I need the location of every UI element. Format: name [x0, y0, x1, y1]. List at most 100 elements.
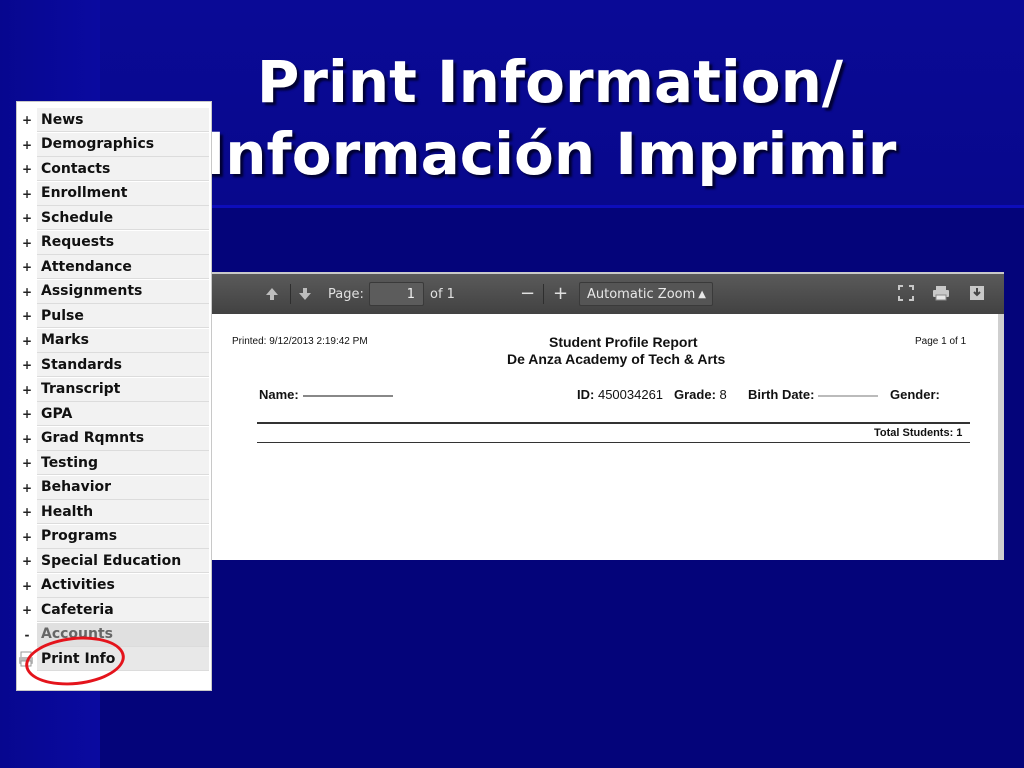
sidebar-item-label: Standards — [37, 353, 209, 378]
report-page-number: Page 1 of 1 — [915, 336, 967, 347]
expand-icon[interactable]: + — [17, 187, 37, 201]
zoom-out-button[interactable]: − — [520, 283, 535, 304]
sidebar-item-gpa[interactable]: + GPA — [17, 402, 211, 427]
sidebar-item-enrollment[interactable]: + Enrollment — [17, 181, 211, 207]
student-sidebar-menu: + News + Demographics + Contacts + Enrollment + S… — [16, 101, 212, 691]
zoom-select[interactable]: Automatic Zoom ▲ — [579, 282, 713, 306]
slide-divider — [100, 205, 1024, 208]
sidebar-item-cafeteria[interactable]: + Cafeteria — [17, 598, 211, 623]
toolbar-separator — [543, 284, 544, 304]
up-arrow-icon[interactable] — [264, 286, 280, 306]
expand-icon[interactable]: + — [17, 285, 37, 299]
sidebar-item-testing[interactable]: + Testing — [17, 451, 211, 476]
expand-icon[interactable]: + — [17, 358, 37, 372]
sidebar-item-label: GPA — [37, 402, 209, 427]
print-icon[interactable] — [932, 285, 950, 305]
slide-title-line-1: Print Information/ — [256, 48, 844, 116]
sidebar-item-label: Enrollment — [37, 181, 209, 206]
sidebar-item-label: Testing — [37, 451, 209, 476]
redacted-name — [302, 394, 393, 397]
sidebar-item-special-education[interactable]: + Special Education — [17, 549, 211, 574]
expand-icon[interactable]: + — [17, 481, 37, 495]
pdf-page: Printed: 9/12/2013 2:19:42 PM Student Pr… — [212, 314, 998, 560]
redacted-birth-date — [818, 394, 879, 397]
expand-icon[interactable]: + — [17, 432, 37, 446]
slide-title-line-2: Información Imprimir — [203, 120, 897, 188]
expand-icon[interactable]: + — [17, 383, 37, 397]
sidebar-item-label: Cafeteria — [37, 598, 209, 623]
sidebar-item-behavior[interactable]: + Behavior — [17, 475, 211, 501]
sidebar-item-label: Grad Rqmnts — [37, 426, 209, 451]
report-rule-top — [257, 422, 970, 424]
expand-icon[interactable]: + — [17, 113, 37, 127]
sidebar-item-attendance[interactable]: + Attendance — [17, 255, 211, 280]
download-icon[interactable] — [969, 285, 985, 305]
sidebar-item-standards[interactable]: + Standards — [17, 353, 211, 378]
sidebar-item-label: News — [37, 108, 209, 133]
grade-value: 8 — [719, 387, 727, 402]
expand-icon[interactable]: + — [17, 603, 37, 617]
collapse-icon[interactable]: - — [17, 628, 37, 642]
page-label: Page: — [328, 287, 364, 302]
pdf-viewer: Page: 1 of 1 − + Automatic Zoom ▲ Printe… — [212, 272, 1004, 560]
sidebar-item-news[interactable]: + News — [17, 108, 211, 133]
name-field: Name: — [259, 387, 393, 402]
page-count: of 1 — [430, 287, 455, 302]
sidebar-item-marks[interactable]: + Marks — [17, 328, 211, 354]
sidebar-item-pulse[interactable]: + Pulse — [17, 304, 211, 329]
expand-icon[interactable]: + — [17, 456, 37, 470]
zoom-in-button[interactable]: + — [553, 283, 568, 304]
pdf-toolbar: Page: 1 of 1 − + Automatic Zoom ▲ — [212, 272, 1004, 314]
sidebar-item-requests[interactable]: + Requests — [17, 230, 211, 256]
fullscreen-icon[interactable] — [898, 285, 914, 305]
sidebar-item-label: Attendance — [37, 255, 209, 280]
expand-icon[interactable]: + — [17, 407, 37, 421]
sidebar-item-activities[interactable]: + Activities — [17, 573, 211, 599]
sidebar-item-programs[interactable]: + Programs — [17, 524, 211, 550]
expand-icon[interactable]: + — [17, 505, 37, 519]
page-number-input[interactable]: 1 — [369, 282, 424, 306]
sidebar-item-label: Pulse — [37, 304, 209, 329]
expand-icon[interactable]: + — [17, 334, 37, 348]
sidebar-item-label: Special Education — [37, 549, 209, 574]
report-title: Student Profile Report — [549, 334, 698, 350]
zoom-select-value: Automatic Zoom — [587, 287, 696, 302]
expand-icon[interactable]: + — [17, 211, 37, 225]
id-label: ID: — [577, 387, 595, 402]
expand-icon[interactable]: + — [17, 162, 37, 176]
expand-icon[interactable]: + — [17, 309, 37, 323]
sidebar-item-contacts[interactable]: + Contacts — [17, 157, 211, 182]
sidebar-item-transcript[interactable]: + Transcript — [17, 377, 211, 403]
expand-icon[interactable]: + — [17, 554, 37, 568]
sidebar-item-demographics[interactable]: + Demographics — [17, 132, 211, 158]
sidebar-item-label: Marks — [37, 328, 209, 353]
select-arrows-icon: ▲ — [698, 289, 706, 300]
total-students: Total Students: 1 — [874, 427, 963, 439]
sidebar-item-label: Demographics — [37, 132, 209, 157]
sidebar-item-label: Schedule — [37, 206, 209, 231]
sidebar-item-label: Health — [37, 500, 209, 525]
sidebar-item-health[interactable]: + Health — [17, 500, 211, 525]
sidebar-item-label: Programs — [37, 524, 209, 549]
sidebar-item-label: Transcript — [37, 377, 209, 402]
name-label: Name: — [259, 387, 299, 402]
sidebar-item-label: Activities — [37, 573, 209, 598]
sidebar-item-schedule[interactable]: + Schedule — [17, 206, 211, 231]
birth-date-field: Birth Date: — [748, 387, 879, 402]
sidebar-item-grad-rqmnts[interactable]: + Grad Rqmnts — [17, 426, 211, 452]
expand-icon[interactable]: + — [17, 579, 37, 593]
expand-icon[interactable]: + — [17, 260, 37, 274]
expand-icon[interactable]: + — [17, 530, 37, 544]
sidebar-item-label: Requests — [37, 230, 209, 255]
grade-field: Grade: 8 — [674, 387, 727, 402]
expand-icon[interactable]: + — [17, 138, 37, 152]
id-value: 450034261 — [597, 387, 664, 402]
expand-icon[interactable]: + — [17, 236, 37, 250]
slide-title: Print Information/ Información Imprimir — [200, 46, 900, 190]
sidebar-item-assignments[interactable]: + Assignments — [17, 279, 211, 305]
sidebar-item-label: Behavior — [37, 475, 209, 500]
gender-label: Gender: — [890, 387, 940, 402]
down-arrow-icon[interactable] — [297, 286, 313, 306]
sidebar-item-label: Assignments — [37, 279, 209, 304]
id-field: ID: 450034261 — [577, 387, 663, 402]
